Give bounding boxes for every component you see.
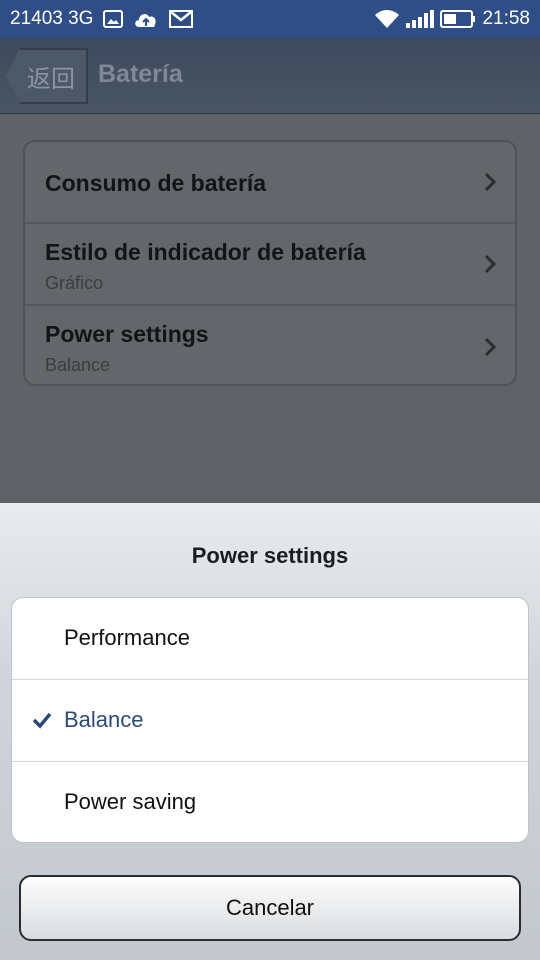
gmail-icon <box>169 10 194 28</box>
settings-item-title: Estilo de indicador de batería <box>45 239 366 265</box>
checkmark-icon <box>32 712 52 729</box>
settings-item-subtitle: Balance <box>45 355 111 375</box>
carrier-label: 21403 3G <box>10 8 94 29</box>
cloud-upload-icon <box>133 9 159 29</box>
wifi-icon <box>374 9 400 29</box>
option-balance[interactable]: Balance <box>12 680 528 762</box>
clock: 21:58 <box>482 8 530 29</box>
settings-item-title: Consumo de batería <box>45 170 267 196</box>
settings-item-subtitle: Gráfico <box>45 273 104 293</box>
action-bar: 返回 Batería <box>0 38 540 114</box>
battery-icon <box>440 9 476 29</box>
chevron-right-icon <box>484 254 497 274</box>
options-list: Performance Balance Power saving <box>11 597 529 843</box>
cancel-button[interactable]: Cancelar <box>19 875 521 941</box>
status-bar: 21403 3G 21:58 <box>0 0 540 38</box>
chevron-right-icon <box>484 172 497 192</box>
settings-list: Consumo de batería Estilo de indicador d… <box>23 140 517 386</box>
option-power-saving[interactable]: Power saving <box>12 762 528 842</box>
settings-item-battery-usage[interactable]: Consumo de batería <box>25 142 515 224</box>
back-button[interactable]: 返回 <box>6 48 88 104</box>
page-title: Batería <box>98 60 183 88</box>
chevron-right-icon <box>484 337 497 357</box>
signal-icon <box>406 10 435 28</box>
option-label: Power saving <box>64 789 197 814</box>
option-label: Balance <box>64 707 144 732</box>
settings-item-power-settings[interactable]: Power settings Balance <box>25 306 515 388</box>
sheet-title: Power settings <box>191 543 349 568</box>
option-label: Performance <box>64 625 190 650</box>
power-settings-sheet: Power settings Performance Balance Power… <box>0 503 540 960</box>
image-icon <box>103 10 124 28</box>
settings-item-battery-indicator-style[interactable]: Estilo de indicador de batería Gráfico <box>25 224 515 306</box>
settings-item-title: Power settings <box>45 321 209 347</box>
option-performance[interactable]: Performance <box>12 598 528 680</box>
